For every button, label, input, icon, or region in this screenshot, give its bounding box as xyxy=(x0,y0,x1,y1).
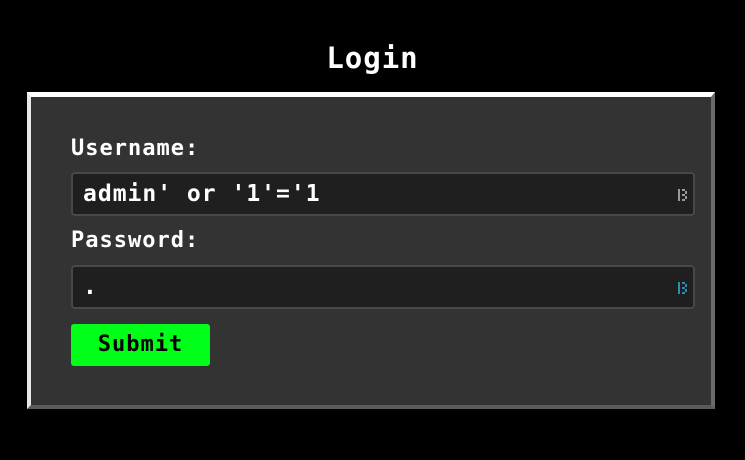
page-title: Login xyxy=(326,41,419,75)
username-field[interactable]: admin' or '1'='1 xyxy=(71,172,695,216)
username-value: admin' or '1'='1 xyxy=(83,181,321,207)
password-label: Password: xyxy=(71,228,200,253)
login-form-panel: Username: admin' or '1'='1 Password: . S… xyxy=(27,92,715,409)
login-page: Login Username: admin' or '1'='1 Passwor… xyxy=(0,0,745,460)
autofill-key-icon[interactable] xyxy=(677,280,689,294)
password-value: . xyxy=(83,274,98,300)
username-label: Username: xyxy=(71,136,200,161)
submit-button[interactable]: Submit xyxy=(71,324,210,366)
password-field[interactable]: . xyxy=(71,265,695,309)
autofill-key-icon[interactable] xyxy=(677,187,689,201)
